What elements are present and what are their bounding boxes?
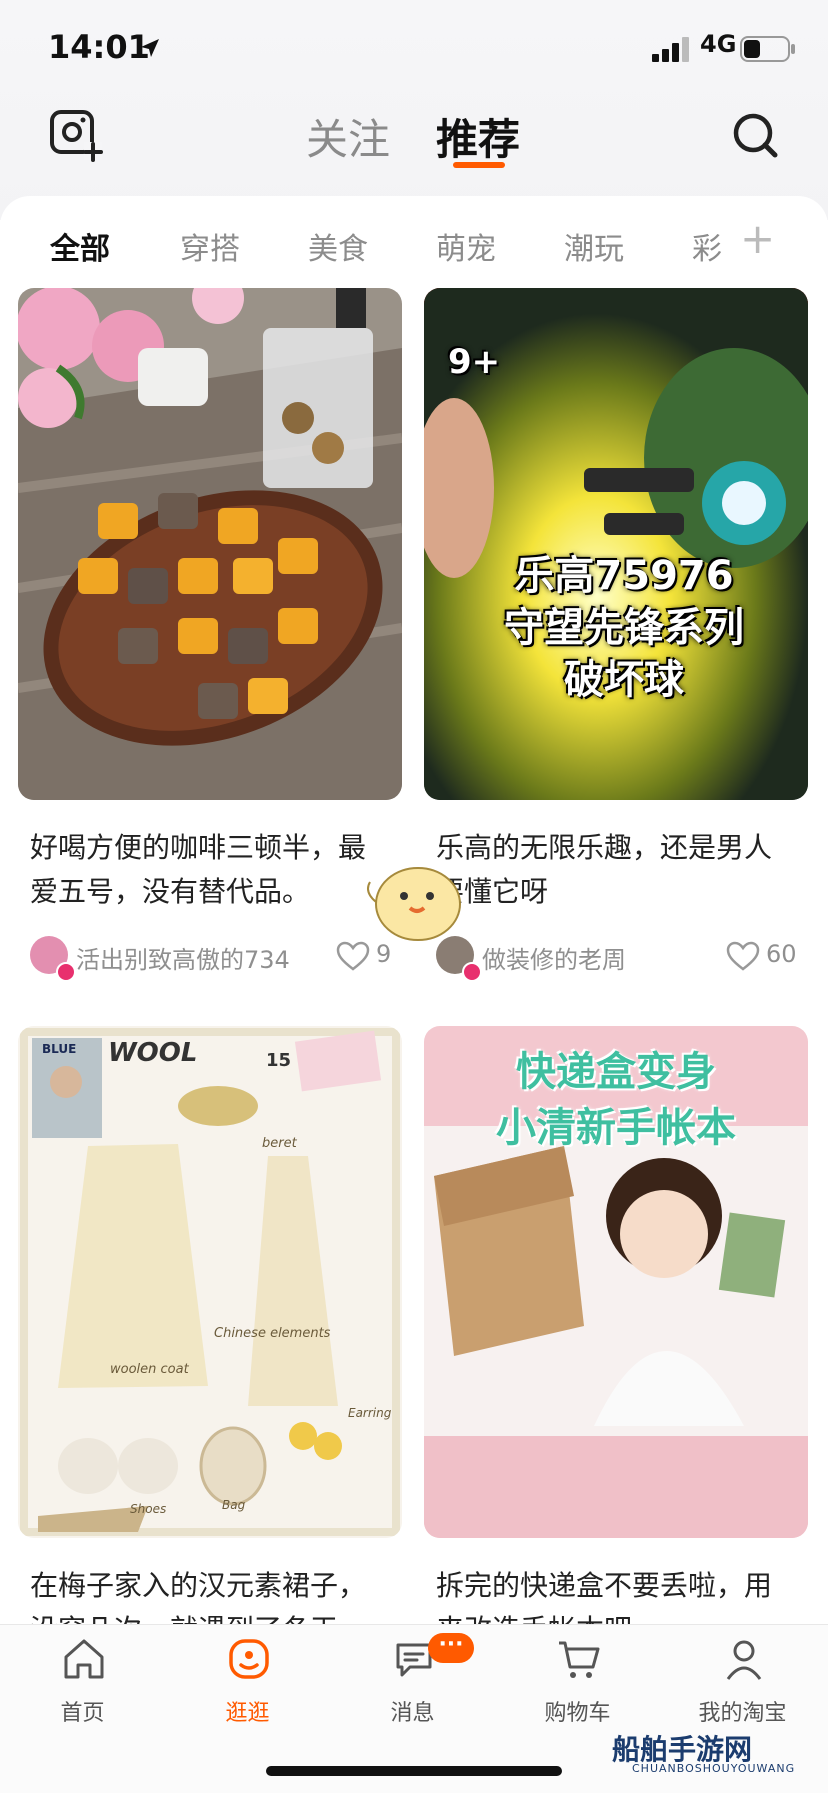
- search-icon[interactable]: [728, 108, 784, 164]
- shoes-label: Shoes: [130, 1502, 167, 1516]
- category-food[interactable]: 美食: [308, 224, 368, 268]
- message-badge: ···: [428, 1633, 474, 1663]
- location-arrow-icon: [141, 39, 159, 57]
- add-category-icon[interactable]: +: [740, 218, 775, 260]
- magazine-label: BLUE: [42, 1042, 77, 1056]
- like-count: 60: [766, 940, 797, 968]
- feed-card[interactable]: WOOL 15 BLUE beret woolen coat Chinese e…: [18, 1026, 402, 1652]
- watermark-subtext: CHUANBOSHOUYOUWANG: [632, 1762, 796, 1775]
- signal-icon: [652, 37, 689, 62]
- verified-badge-icon: [462, 962, 482, 982]
- image-caption: 乐高75976 守望先锋系列 破坏球: [504, 553, 744, 703]
- active-tab-indicator: [453, 162, 505, 168]
- category-toys[interactable]: 潮玩: [564, 224, 624, 268]
- card-meta: 活出别致高傲的734 9: [18, 932, 402, 982]
- category-outfit[interactable]: 穿搭: [180, 224, 240, 268]
- feed-card[interactable]: 9+ 乐高75976 守望先锋系列 破坏球 乐高的无限乐趣，还是男人要懂它呀 做…: [424, 288, 808, 982]
- mascot-chick-icon[interactable]: [360, 852, 470, 948]
- tab-label: 首页: [60, 1701, 105, 1726]
- status-time: 14:01: [48, 28, 150, 66]
- card-meta: 做装修的老周 60: [424, 932, 808, 982]
- status-bar: 14:01 4G: [0, 0, 828, 100]
- card-image[interactable]: [18, 288, 402, 800]
- author-name[interactable]: 做装修的老周: [482, 940, 626, 975]
- network-type: 4G: [700, 30, 737, 58]
- tab-follow[interactable]: 关注: [306, 106, 390, 167]
- tab-label: 消息: [390, 1701, 435, 1726]
- outfit-collage: [18, 1026, 402, 1538]
- category-tabs: 全部 穿搭 美食 萌宠 潮玩 彩 +: [0, 214, 828, 274]
- collage-heading: WOOL: [108, 1038, 198, 1068]
- tab-label: 购物车: [544, 1701, 611, 1726]
- image-caption: 快递盒变身 小清新手帐本: [496, 1049, 736, 1151]
- collage-number: 15: [266, 1050, 292, 1071]
- category-makeup[interactable]: 彩: [692, 224, 722, 268]
- tab-label: 逛逛: [225, 1701, 270, 1726]
- category-all[interactable]: 全部: [50, 224, 110, 268]
- camera-post-icon[interactable]: [48, 108, 104, 164]
- category-pets[interactable]: 萌宠: [436, 224, 496, 268]
- feed-card[interactable]: 快递盒变身 小清新手帐本 拆完的快递盒不要丢啦，用来改造手帐本吧: [424, 1026, 808, 1652]
- feed-card[interactable]: 好喝方便的咖啡三顿半，最爱五号，没有替代品。 活出别致高傲的734 9: [18, 288, 402, 982]
- user-icon: [726, 1640, 762, 1680]
- home-icon: [64, 1639, 104, 1679]
- heart-icon[interactable]: [726, 941, 760, 971]
- tab-home[interactable]: 首页: [0, 1625, 165, 1745]
- coat-label: woolen coat: [110, 1362, 189, 1377]
- card-image[interactable]: 快递盒变身 小清新手帐本: [424, 1026, 808, 1538]
- card-title[interactable]: 好喝方便的咖啡三顿半，最爱五号，没有替代品。: [30, 826, 390, 914]
- home-indicator: [266, 1766, 562, 1776]
- bag-label: Bag: [222, 1498, 246, 1512]
- verified-badge-icon: [56, 962, 76, 982]
- cart-icon: [559, 1641, 600, 1678]
- card-title[interactable]: 乐高的无限乐趣，还是男人要懂它呀: [436, 826, 796, 914]
- browse-icon: [229, 1639, 269, 1679]
- card-image[interactable]: WOOL 15 BLUE beret woolen coat Chinese e…: [18, 1026, 402, 1538]
- beret-label: beret: [262, 1136, 297, 1151]
- card-image[interactable]: 9+ 乐高75976 守望先锋系列 破坏球: [424, 288, 808, 800]
- coffee-photo: [18, 288, 402, 800]
- tab-cart[interactable]: 购物车: [495, 1625, 660, 1745]
- earring-label: Earring: [348, 1406, 392, 1420]
- tab-label: 我的淘宝: [698, 1701, 787, 1726]
- tab-browse[interactable]: 逛逛: [165, 1625, 330, 1745]
- tab-recommend[interactable]: 推荐: [436, 106, 520, 167]
- author-name[interactable]: 活出别致高傲的734: [76, 940, 290, 975]
- elements-label: Chinese elements: [214, 1326, 331, 1341]
- tab-my-taobao[interactable]: 我的淘宝: [660, 1625, 825, 1745]
- box-age-label: 9+: [448, 342, 501, 382]
- battery-icon: [740, 36, 795, 62]
- top-navigation: 关注 推荐: [0, 100, 828, 210]
